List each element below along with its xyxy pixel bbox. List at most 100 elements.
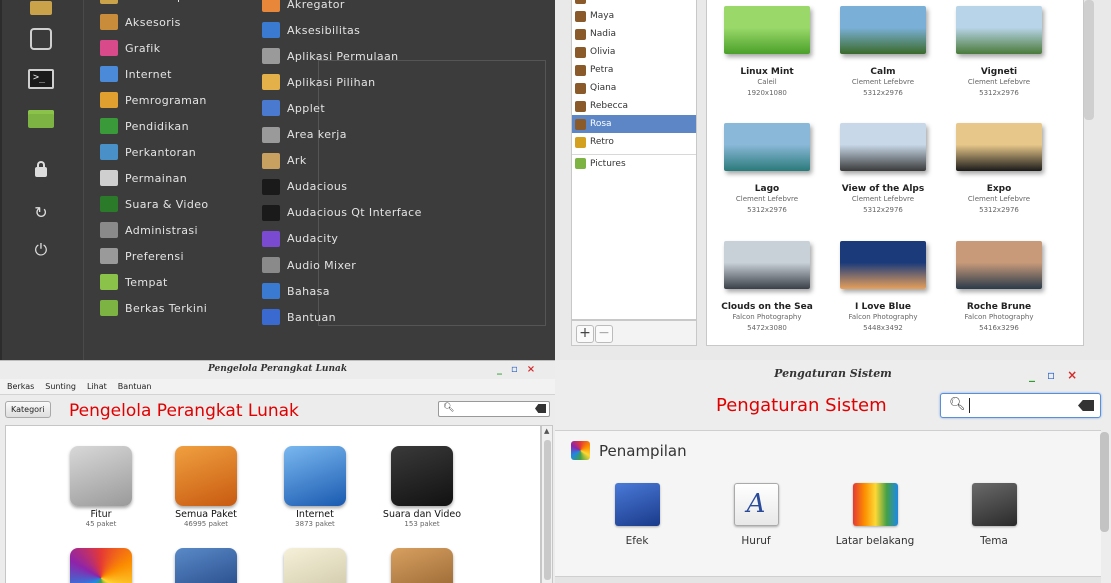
- file-manager-icon[interactable]: [26, 0, 56, 22]
- background-tile[interactable]: Expo Clement Lefebvre 5312x2976: [944, 123, 1054, 216]
- settings-item[interactable]: Efek: [587, 483, 687, 547]
- category-tile[interactable]: Suara dan Video 153 paket: [374, 446, 470, 528]
- maximize-button[interactable]: ▫: [511, 364, 518, 375]
- collection-icon: [575, 118, 586, 130]
- collection-item[interactable]: Nadia: [572, 25, 696, 43]
- minimize-button[interactable]: _: [1029, 368, 1035, 382]
- collection-item[interactable]: Qiana: [572, 79, 696, 97]
- collection-item[interactable]: Maya: [572, 7, 696, 25]
- settings-item[interactable]: Tema: [944, 483, 1044, 547]
- menu-app-item[interactable]: Area kerja: [262, 122, 347, 148]
- menu-app-item[interactable]: Audio Mixer: [262, 252, 356, 278]
- close-button[interactable]: ×: [527, 364, 535, 375]
- menu-berkas[interactable]: Berkas: [7, 382, 34, 391]
- menu-category-item[interactable]: Grafik: [100, 35, 161, 61]
- menu-app-item[interactable]: Audacious Qt Interface: [262, 200, 422, 226]
- search-field[interactable]: 🔍︎: [438, 401, 550, 417]
- background-tile[interactable]: Lago Clement Lefebvre 5312x2976: [712, 123, 822, 216]
- settings-scrollbar[interactable]: [1100, 432, 1109, 532]
- clear-search-icon[interactable]: [1078, 400, 1094, 411]
- menu-category-item[interactable]: Perkantoran: [100, 139, 196, 165]
- graphics-category-icon[interactable]: [70, 548, 132, 583]
- category-tile[interactable]: Internet 3873 paket: [267, 446, 363, 528]
- collection-item[interactable]: Petra: [572, 61, 696, 79]
- background-tile[interactable]: Roche Brune Falcon Photography 5416x3296: [944, 241, 1054, 334]
- collection-item[interactable]: Rosa: [572, 115, 696, 133]
- background-tile[interactable]: View of the Alps Clement Lefebvre 5312x297…: [828, 123, 938, 216]
- menu-category-item[interactable]: Pendidikan: [100, 113, 189, 139]
- maximize-button[interactable]: ▫: [1047, 368, 1055, 382]
- background-tile[interactable]: Linux Mint Caleil 1920x1080: [712, 6, 822, 99]
- system-settings-icon[interactable]: [26, 25, 56, 53]
- minimize-button[interactable]: _: [497, 364, 502, 375]
- menu-category-item[interactable]: Permainan: [100, 165, 187, 191]
- system-settings-window: Pengaturan Sistem _ ▫ × Pengaturan Siste…: [555, 360, 1111, 583]
- scroll-up-icon[interactable]: ▲: [544, 427, 549, 435]
- menu-category-label: Pemrograman: [125, 93, 207, 107]
- category-tile[interactable]: Fitur 45 paket: [53, 446, 149, 528]
- menu-app-item[interactable]: Applet: [262, 95, 325, 121]
- menu-category-item[interactable]: Berkas Terkini: [100, 295, 207, 321]
- menu-app-item[interactable]: Akregator: [262, 0, 345, 17]
- logout-icon[interactable]: ↻: [26, 198, 56, 226]
- menu-sunting[interactable]: Sunting: [45, 382, 76, 391]
- background-tile[interactable]: I Love Blue Falcon Photography 5448x3492: [828, 241, 938, 334]
- menu-category-label: Perkantoran: [125, 145, 197, 159]
- grid-scrollbar[interactable]: [1084, 0, 1094, 120]
- collection-item[interactable]: Linux Mint: [572, 0, 696, 7]
- accessories-category-icon[interactable]: [391, 548, 453, 583]
- menu-app-item[interactable]: Aplikasi Permulaan: [262, 43, 399, 69]
- menu-bantuan[interactable]: Bantuan: [118, 382, 152, 391]
- folder-icon[interactable]: [26, 105, 56, 133]
- vertical-scrollbar[interactable]: ▲: [541, 425, 553, 583]
- tile-author: Clement Lefebvre: [735, 195, 799, 203]
- sound-video-icon: [100, 196, 118, 212]
- collection-item[interactable]: Olivia: [572, 43, 696, 61]
- audacity-icon: [262, 230, 280, 247]
- menu-category-item[interactable]: Suara & Video: [100, 191, 209, 217]
- categories-button[interactable]: Kategori: [5, 401, 51, 418]
- remove-collection-button[interactable]: −: [595, 325, 613, 343]
- tile-author: Caleil: [757, 78, 777, 86]
- menu-lihat[interactable]: Lihat: [87, 382, 107, 391]
- menu-app-item[interactable]: Bahasa: [262, 278, 330, 304]
- software-manager-window: Pengelola Perangkat Lunak _ ▫ × Berkas Su…: [0, 360, 555, 583]
- menu-category-item[interactable]: Aksesoris: [100, 9, 181, 35]
- background-tile[interactable]: Vigneti Clement Lefebvre 5312x2976: [944, 6, 1054, 99]
- star-icon: [70, 446, 132, 506]
- menu-category-item[interactable]: Preferensi: [100, 243, 184, 269]
- menu-app-item[interactable]: Aplikasi Pilihan: [262, 69, 375, 95]
- menu-category-item[interactable]: Internet: [100, 61, 172, 87]
- settings-search-field[interactable]: 🔍︎: [940, 393, 1101, 418]
- background-tile[interactable]: Clouds on the Sea Falcon Photography 5472x…: [712, 241, 822, 334]
- add-collection-button[interactable]: +: [576, 325, 594, 343]
- menu-app-item[interactable]: Ark: [262, 148, 307, 174]
- menu-category-item[interactable]: Tempat: [100, 269, 168, 295]
- category-grid: Fitur 45 paket Semua Paket 46995 paket Inter…: [5, 425, 541, 583]
- category-count: 3873 paket: [295, 520, 335, 528]
- lock-icon[interactable]: [26, 158, 56, 186]
- category-tile[interactable]: Semua Paket 46995 paket: [158, 446, 254, 528]
- menu-category-item[interactable]: Semua Aplikasi: [100, 0, 215, 9]
- menu-category-item[interactable]: Pemrograman: [100, 87, 207, 113]
- scrollbar-thumb[interactable]: [544, 440, 551, 580]
- clear-search-icon[interactable]: [535, 404, 546, 413]
- menu-category-item[interactable]: Administrasi: [100, 217, 198, 243]
- collection-item[interactable]: Retro: [572, 133, 696, 151]
- internet-globe-icon: [284, 446, 346, 506]
- games-category-icon[interactable]: [284, 548, 346, 583]
- collection-icon: [575, 136, 586, 148]
- close-button[interactable]: ×: [1067, 368, 1077, 382]
- settings-item[interactable]: Latar belakang: [825, 483, 925, 547]
- collection-item[interactable]: Rebecca: [572, 97, 696, 115]
- menu-app-item[interactable]: Audacious: [262, 174, 347, 200]
- power-icon[interactable]: ⏻: [26, 236, 56, 264]
- menu-app-item[interactable]: Aksesibilitas: [262, 17, 360, 43]
- office-category-icon[interactable]: [175, 548, 237, 583]
- background-tile[interactable]: Calm Clement Lefebvre 5312x2976: [828, 6, 938, 99]
- menu-app-item[interactable]: Bantuan: [262, 304, 336, 330]
- menu-app-item[interactable]: Audacity: [262, 226, 338, 252]
- settings-item[interactable]: A Huruf: [706, 483, 806, 547]
- terminal-icon[interactable]: >_: [26, 65, 56, 93]
- collection-item[interactable]: Pictures: [572, 154, 696, 172]
